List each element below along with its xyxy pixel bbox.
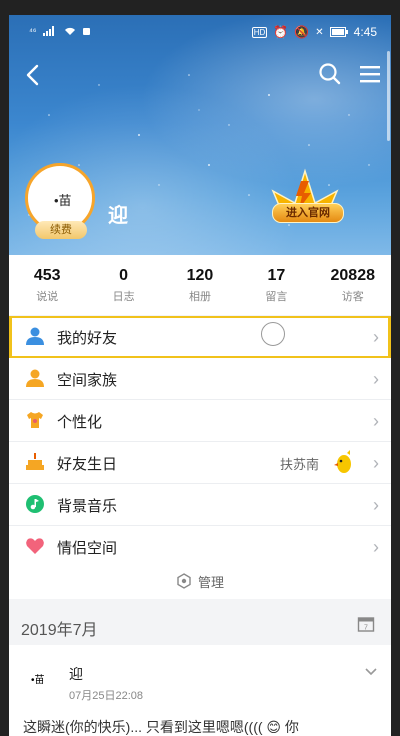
calendar-icon[interactable]: 7 xyxy=(357,615,375,633)
date-header-text: 2019年7月 xyxy=(21,622,98,639)
back-icon[interactable] xyxy=(19,61,47,89)
menu-item-personalize[interactable]: 个性化 › xyxy=(9,400,391,442)
stat-moods[interactable]: 453 说说 xyxy=(12,267,82,304)
friend-icon xyxy=(26,327,44,345)
menu-item-label: 个性化 xyxy=(57,414,103,431)
search-icon[interactable] xyxy=(317,61,343,87)
clock: 4:45 xyxy=(353,25,377,39)
stat-label: 相册 xyxy=(188,290,211,303)
chevron-right-icon: › xyxy=(373,453,379,473)
feed-avatar-text: •苗 xyxy=(31,675,45,686)
qzone-screen: ⁴⁶ HD ⏰ 🔕 ✕ 4:45 •苗 续费 迎 进入官网 453 说说 0 日… xyxy=(9,15,391,736)
feed-text: 这瞬迷(你的快乐)... 只看到这里嗯嗯(((( 😊 你 xyxy=(23,719,299,735)
menu-list: 我的好友 › 空间家族 › 个性化 › 好友生日 扶苏南 › 背景音乐 › 情侣… xyxy=(9,316,391,568)
alarm-icon: ⏰ xyxy=(273,25,289,39)
tshirt-icon xyxy=(27,412,43,428)
feed-author[interactable]: 迎 xyxy=(69,664,83,684)
stat-label: 日志 xyxy=(112,290,135,303)
touch-indicator xyxy=(261,322,285,346)
menu-item-couple[interactable]: 情侣空间 › xyxy=(9,526,391,568)
stat-blogs[interactable]: 0 日志 xyxy=(89,267,159,304)
menu-item-label: 空间家族 xyxy=(57,372,118,389)
stat-albums[interactable]: 120 相册 xyxy=(165,267,235,304)
feed-avatar[interactable]: •苗 xyxy=(23,663,53,693)
birthday-friend-name: 扶苏南 xyxy=(279,457,319,472)
wifi-icon xyxy=(64,27,75,35)
notification-icon xyxy=(82,27,90,35)
family-icon xyxy=(26,369,44,387)
highlight-bar xyxy=(9,316,12,357)
menu-item-music[interactable]: 背景音乐 › xyxy=(9,484,391,526)
highlight-bar xyxy=(388,316,391,357)
heart-icon xyxy=(26,538,44,554)
stat-messages[interactable]: 17 留言 xyxy=(241,267,311,304)
menu-item-label: 我的好友 xyxy=(57,330,118,347)
stat-label: 访客 xyxy=(341,290,364,303)
stat-visitors[interactable]: 20828 访客 xyxy=(318,267,388,304)
chevron-down-icon[interactable] xyxy=(363,663,379,679)
status-bar: ⁴⁶ HD ⏰ 🔕 ✕ 4:45 xyxy=(9,15,391,51)
cross-icon: ✕ xyxy=(315,26,324,38)
vip-official-button[interactable]: 进入官网 xyxy=(272,203,344,223)
menu-item-label: 好友生日 xyxy=(57,456,118,473)
manage-button[interactable]: 管理 xyxy=(9,563,391,599)
stat-value: 20828 xyxy=(330,266,376,284)
stat-value: 0 xyxy=(119,266,129,284)
chevron-right-icon: › xyxy=(373,495,379,515)
stat-label: 说说 xyxy=(36,290,59,303)
renew-badge[interactable]: 续费 xyxy=(35,221,87,239)
signal-icon xyxy=(42,26,54,36)
cake-icon xyxy=(26,453,44,470)
mute-icon: 🔕 xyxy=(294,25,310,39)
hd-badge: HD xyxy=(251,26,268,38)
stats-bar: 453 说说 0 日志 120 相册 17 留言 20828 访客 xyxy=(9,255,391,315)
menu-item-family[interactable]: 空间家族 › xyxy=(9,358,391,400)
stat-value: 453 xyxy=(33,266,61,284)
scrollbar[interactable] xyxy=(387,51,390,141)
nickname: 迎 xyxy=(108,205,128,227)
menu-item-label: 背景音乐 xyxy=(57,498,118,515)
stat-label: 留言 xyxy=(265,290,288,303)
menu-icon[interactable] xyxy=(357,61,383,87)
stat-value: 120 xyxy=(186,266,214,284)
battery-icon xyxy=(329,27,348,37)
feed-time: 07月25日22:08 xyxy=(69,690,143,702)
svg-text:7: 7 xyxy=(364,625,368,632)
avatar-text: •苗 xyxy=(54,193,72,208)
menu-item-birthday[interactable]: 好友生日 扶苏南 › xyxy=(9,442,391,484)
settings-hexagon-icon xyxy=(177,573,191,589)
feed-item[interactable]: •苗 迎 07月25日22:08 这瞬迷(你的快乐)... 只看到这里嗯嗯(((… xyxy=(9,645,391,736)
chevron-right-icon: › xyxy=(373,327,379,347)
chevron-right-icon: › xyxy=(373,369,379,389)
signal-label: ⁴⁶ xyxy=(29,26,37,36)
manage-label: 管理 xyxy=(197,574,224,590)
chevron-right-icon: › xyxy=(373,411,379,431)
menu-item-label: 情侣空间 xyxy=(57,540,118,557)
music-icon xyxy=(26,495,44,513)
date-header: 2019年7月 7 xyxy=(9,605,391,645)
stat-value: 17 xyxy=(267,266,286,284)
menu-item-friends[interactable]: 我的好友 › xyxy=(9,316,391,358)
chevron-right-icon: › xyxy=(373,537,379,557)
bird-mascot-icon xyxy=(334,450,351,473)
